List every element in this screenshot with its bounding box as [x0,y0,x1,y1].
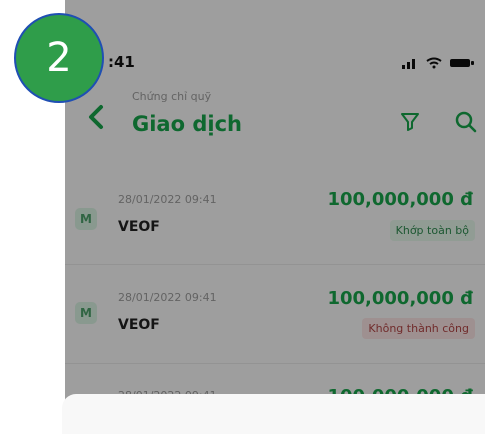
step-number-badge: 2 [14,13,104,103]
signal-icon [401,54,419,73]
back-chevron-icon[interactable] [85,104,107,130]
transaction-type-badge: M [75,208,97,230]
transaction-amount: 100,000,000 đ [327,288,473,309]
transaction-datetime: 28/01/2022 09:41 [118,291,217,304]
header [65,80,485,152]
status-badge: Khớp toàn bộ [389,220,475,241]
status-icons [401,54,475,73]
transaction-type-badge: M [75,302,97,324]
bottom-sheet[interactable] [62,394,485,434]
page-subtitle: Chứng chỉ quỹ [132,90,212,103]
filter-icon[interactable] [399,111,421,137]
search-icon[interactable] [454,110,478,138]
transaction-datetime: 28/01/2022 09:41 [118,193,217,206]
status-bar: :41 [65,0,485,71]
phone-screen: :41 Chứng chỉ quỹ Giao dịch M 28/01/2022… [65,0,485,412]
wifi-icon [425,54,443,73]
transaction-row[interactable]: M 28/01/2022 09:41 VEOF 100,000,000 đ Kh… [65,265,485,364]
fund-code: VEOF [118,317,160,333]
fund-code: VEOF [118,219,160,235]
transaction-row[interactable]: M 28/01/2022 09:41 VEOF 100,000,000 đ Kh… [65,166,485,265]
battery-icon [449,54,475,73]
status-badge: Không thành công [362,318,475,339]
transaction-amount: 100,000,000 đ [327,189,473,210]
page-title: Giao dịch [132,112,242,136]
status-time: :41 [108,53,135,71]
